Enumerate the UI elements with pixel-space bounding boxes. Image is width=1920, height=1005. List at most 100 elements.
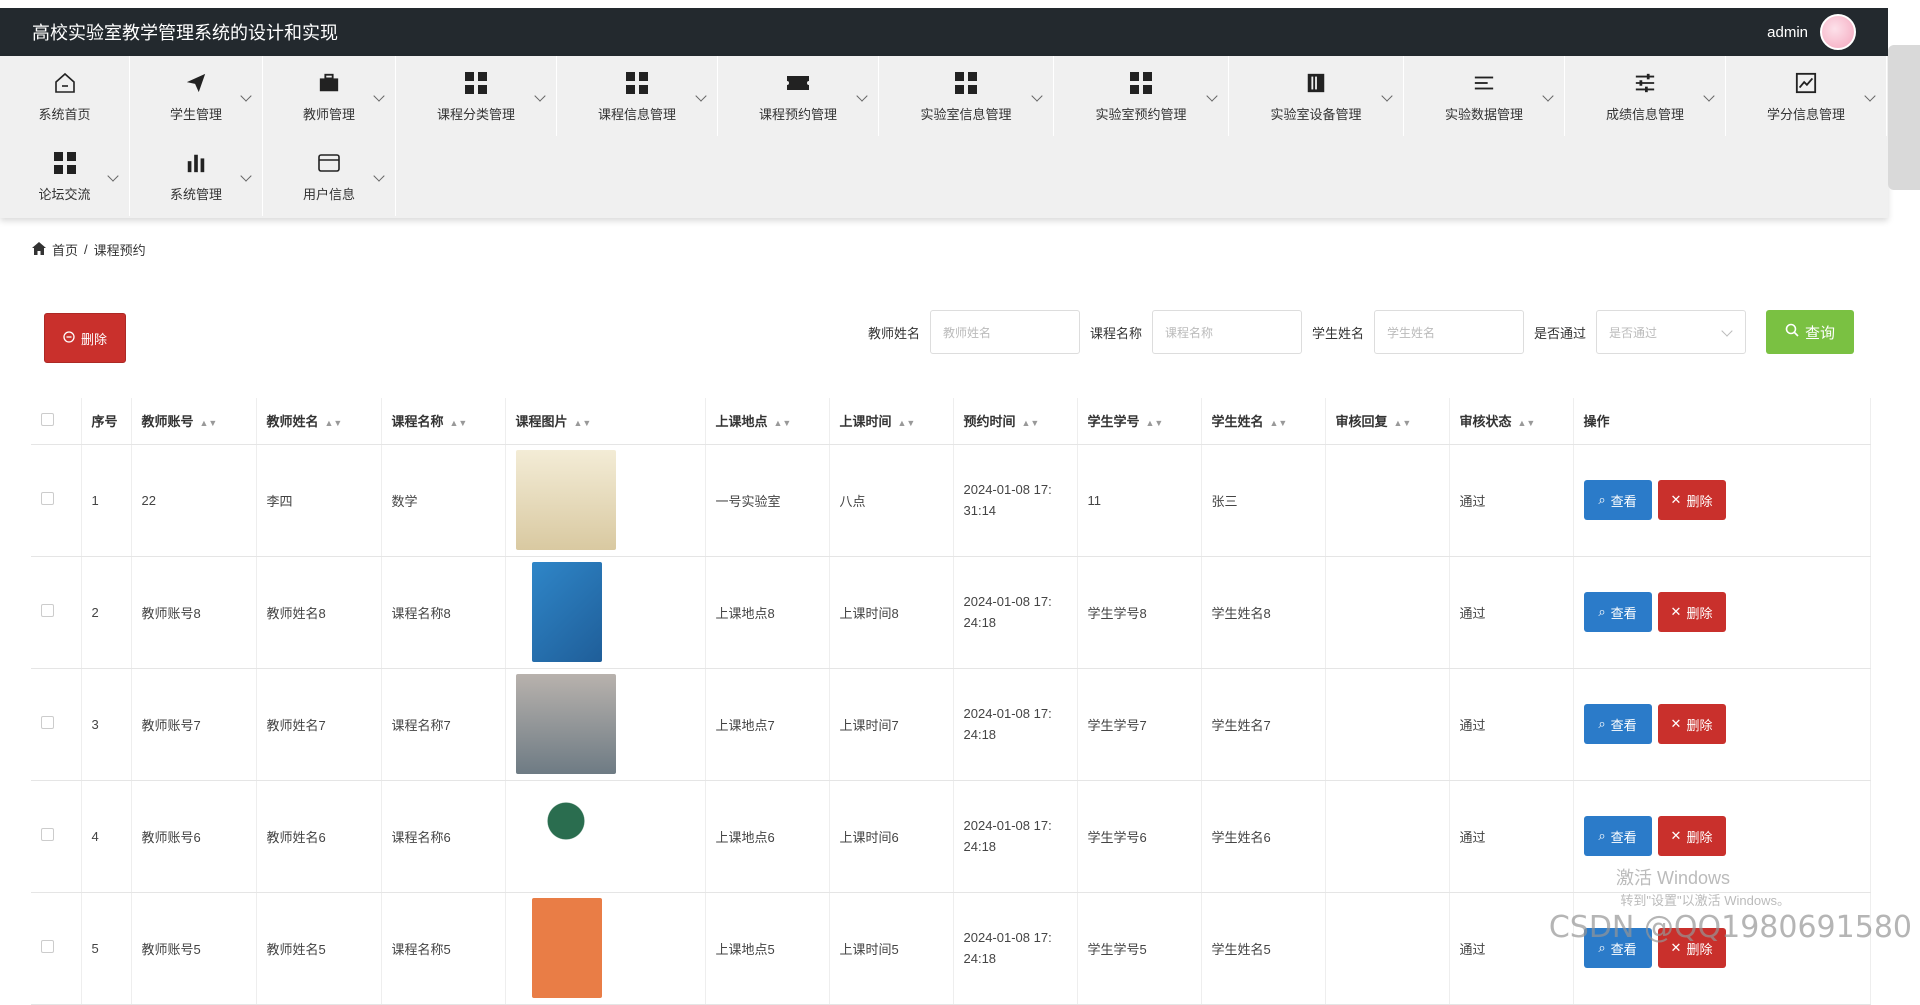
course-image[interactable] [515, 450, 616, 550]
row-checkbox[interactable] [41, 940, 54, 953]
cell-time: 八点 [829, 444, 954, 557]
sort-icon[interactable]: ▲▼ [1394, 418, 1412, 428]
delete-button[interactable]: ✕ 删除 [1657, 816, 1726, 856]
cell-booking-time: 2024-01-08 17: 31:14 [953, 444, 1078, 557]
sort-icon[interactable]: ▲▼ [1518, 418, 1536, 428]
nav-label: 成绩信息管理 [1605, 106, 1684, 122]
chevron-down-icon [240, 90, 252, 102]
course-name-input[interactable]: 课程名称 [1151, 310, 1302, 354]
delete-button[interactable]: ✕ 删除 [1657, 480, 1726, 520]
nav-item-course-category[interactable]: 课程分类管理 [396, 56, 557, 136]
col-time[interactable]: 上课时间 ▲▼ [829, 398, 954, 445]
course-image[interactable] [531, 898, 602, 998]
sort-icon[interactable]: ▲▼ [1022, 418, 1040, 428]
col-student-id[interactable]: 学生学号 ▲▼ [1077, 398, 1202, 445]
teacher-name-input[interactable]: 教师姓名 [929, 310, 1080, 354]
nav-item-lab-booking[interactable]: 实验室预约管理 [1054, 56, 1229, 136]
sort-icon[interactable]: ▲▼ [774, 418, 792, 428]
col-label: 操作 [1583, 414, 1610, 430]
row-select-cell [31, 892, 82, 1005]
sort-icon[interactable]: ▲▼ [574, 418, 592, 428]
user-menu[interactable]: admin [1767, 14, 1856, 50]
nav-item-students[interactable]: 学生管理 [130, 56, 263, 136]
sort-icon[interactable]: ▲▼ [898, 418, 916, 428]
col-status[interactable]: 审核状态 ▲▼ [1449, 398, 1574, 445]
col-course[interactable]: 课程名称 ▲▼ [381, 398, 506, 445]
col-place[interactable]: 上课地点 ▲▼ [705, 398, 830, 445]
delete-label: 删除 [1686, 493, 1713, 509]
search-icon: ⌕ [1598, 604, 1606, 619]
nav-item-course-info[interactable]: 课程信息管理 [557, 56, 718, 136]
search-icon: ⌕ [1598, 716, 1606, 731]
course-image[interactable] [515, 674, 616, 774]
col-teacher-id[interactable]: 教师账号 ▲▼ [131, 398, 257, 445]
nav-item-forum[interactable]: 论坛交流 [0, 136, 130, 216]
nav-item-course-booking[interactable]: 课程预约管理 [718, 56, 879, 136]
nav-item-system[interactable]: 系统管理 [130, 136, 263, 216]
delete-button[interactable]: ✕ 删除 [1657, 592, 1726, 632]
col-booking-time[interactable]: 预约时间 ▲▼ [953, 398, 1078, 445]
nav-item-user-info[interactable]: 用户信息 [263, 136, 396, 216]
sliders-icon [1632, 70, 1658, 96]
col-student-name[interactable]: 学生姓名 ▲▼ [1201, 398, 1326, 445]
row-checkbox[interactable] [41, 716, 54, 729]
grid-icon [624, 70, 650, 96]
sort-icon[interactable]: ▲▼ [450, 418, 468, 428]
briefcase-icon [316, 70, 342, 96]
delete-label: 删除 [1686, 605, 1713, 621]
close-icon: ✕ [1670, 716, 1682, 731]
query-button[interactable]: 查询 [1766, 310, 1854, 354]
row-checkbox[interactable] [41, 828, 54, 841]
nav-item-home[interactable]: 系统首页 [0, 56, 130, 136]
col-label: 课程图片 [515, 414, 568, 430]
nav-item-credits[interactable]: 学分信息管理 [1726, 56, 1887, 136]
home-icon [52, 70, 78, 96]
col-image[interactable]: 课程图片 ▲▼ [505, 398, 706, 445]
col-teacher-name[interactable]: 教师姓名 ▲▼ [256, 398, 382, 445]
row-checkbox[interactable] [41, 604, 54, 617]
cell-no: 2 [81, 556, 132, 669]
bulk-delete-label: 删除 [80, 331, 107, 347]
row-select-cell [31, 556, 82, 669]
view-button[interactable]: ⌕ 查看 [1583, 704, 1652, 744]
pass-select[interactable]: 是否通过 [1596, 310, 1746, 354]
view-button[interactable]: ⌕ 查看 [1583, 592, 1652, 632]
avatar[interactable] [1820, 14, 1856, 50]
select-all-checkbox[interactable] [41, 412, 54, 426]
nav-item-lab-info[interactable]: 实验室信息管理 [879, 56, 1054, 136]
nav-item-teachers[interactable]: 教师管理 [263, 56, 396, 136]
cell-reply [1325, 444, 1450, 557]
nav-label: 实验室设备管理 [1270, 106, 1362, 122]
cell-image [505, 668, 706, 781]
view-button[interactable]: ⌕ 查看 [1583, 816, 1652, 856]
cell-teacher-id: 教师账号6 [131, 780, 257, 893]
booking-date: 2024-01-08 17: [963, 706, 1052, 721]
booking-clock: 24:18 [963, 727, 997, 742]
row-checkbox[interactable] [41, 492, 54, 505]
course-image[interactable] [515, 786, 616, 886]
sort-icon[interactable]: ▲▼ [1270, 418, 1288, 428]
table-row: 4 教师账号6 教师姓名6 课程名称6 上课地点6 上课时间6 2024-01-… [31, 780, 1871, 893]
sort-icon[interactable]: ▲▼ [325, 418, 343, 428]
student-name-input[interactable]: 学生姓名 [1373, 310, 1524, 354]
cell-student-id: 学生学号5 [1077, 892, 1202, 1005]
view-button[interactable]: ⌕ 查看 [1583, 480, 1652, 520]
course-image[interactable] [531, 562, 602, 662]
cell-teacher-name: 教师姓名8 [256, 556, 382, 669]
table-row: 5 教师账号5 教师姓名5 课程名称5 上课地点5 上课时间5 2024-01-… [31, 892, 1871, 1005]
delete-button[interactable]: ✕ 删除 [1657, 704, 1726, 744]
nav-label: 实验室信息管理 [920, 106, 1012, 122]
nav-item-scores[interactable]: 成绩信息管理 [1565, 56, 1726, 136]
bulk-delete-button[interactable]: 删除 [44, 313, 126, 363]
nav-item-lab-data[interactable]: 实验数据管理 [1404, 56, 1565, 136]
breadcrumb: 首页 / 课程预约 [32, 240, 146, 259]
view-label: 查看 [1610, 605, 1637, 621]
breadcrumb-home[interactable]: 首页 [52, 240, 78, 259]
row-select-cell [31, 780, 82, 893]
col-reply[interactable]: 审核回复 ▲▼ [1325, 398, 1450, 445]
student-name-label: 学生姓名 [1311, 325, 1364, 341]
nav-item-lab-equipment[interactable]: 实验室设备管理 [1229, 56, 1404, 136]
view-label: 查看 [1610, 717, 1637, 733]
sort-icon[interactable]: ▲▼ [200, 418, 218, 428]
sort-icon[interactable]: ▲▼ [1146, 418, 1164, 428]
